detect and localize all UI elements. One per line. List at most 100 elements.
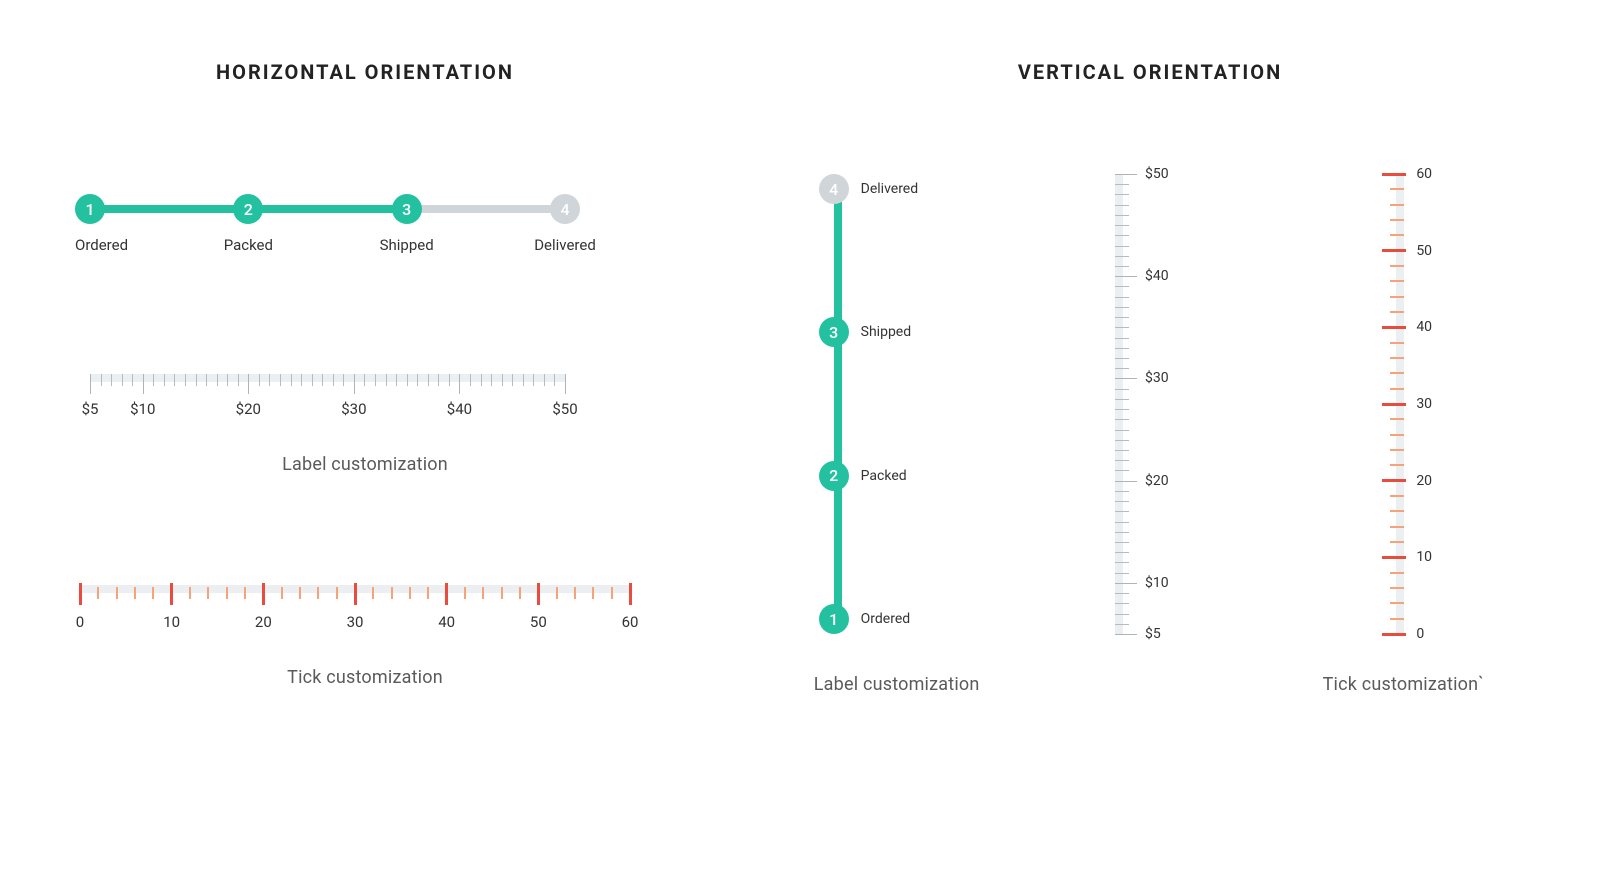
minor-tick [1115,358,1129,359]
step-track-segment [256,205,414,213]
minor-tick [227,374,228,386]
caption-tick-custom-h: Tick customization [60,667,670,688]
minor-tick [1390,541,1404,543]
minor-tick [554,374,555,386]
minor-tick [1115,286,1129,287]
minor-tick [502,374,503,386]
minor-tick [259,374,260,386]
minor-tick [317,587,319,599]
step-label: Packed [861,468,907,484]
minor-tick [1390,265,1404,267]
minor-tick [449,374,450,386]
minor-tick [1115,317,1129,318]
major-tick [1115,634,1137,635]
minor-tick [1390,234,1404,236]
ruler-bar [1115,174,1123,634]
minor-tick [1115,501,1129,502]
minor-tick [592,587,594,599]
minor-tick [1115,440,1129,441]
major-tick [354,374,355,394]
minor-tick [1390,587,1404,589]
minor-tick [1115,389,1129,390]
minor-tick [132,374,133,386]
caption-tick-custom-v: Tick customization` [1323,674,1484,695]
minor-tick [122,374,123,386]
minor-tick [482,587,484,599]
major-tick [354,583,357,605]
minor-tick [1115,542,1129,543]
ruler-bar [90,374,565,382]
minor-tick [1115,562,1129,563]
minor-tick [301,374,302,386]
ruler-vertical-ticks[interactable]: 6050403020100 [1368,174,1438,634]
minor-tick [556,587,558,599]
major-tick [1115,481,1137,482]
minor-tick [1390,526,1404,528]
minor-tick [1115,419,1129,420]
minor-tick [217,374,218,386]
major-tick [1115,378,1137,379]
major-tick [1115,174,1137,175]
minor-tick [409,587,411,599]
tick-label: 30 [347,613,364,631]
minor-tick [1390,418,1404,420]
minor-tick [244,587,246,599]
minor-tick [1390,311,1404,313]
minor-tick [291,374,292,386]
step-dot[interactable]: 2 [233,194,263,224]
step-label: Shipped [861,324,911,340]
tick-label: 0 [76,613,84,631]
step-dot[interactable]: 1 [819,604,849,634]
minor-tick [1390,602,1404,604]
minor-tick [312,374,313,386]
minor-tick [391,587,393,599]
minor-tick [396,374,397,386]
step-dot[interactable]: 1 [75,194,105,224]
minor-tick [523,374,524,386]
ruler-vertical-dollars[interactable]: $50$40$30$20$10$5 [1115,174,1185,634]
major-tick [537,583,540,605]
tick-label: 50 [1416,243,1432,259]
minor-tick [1115,246,1129,247]
minor-tick [1115,491,1129,492]
minor-tick [1115,624,1129,625]
minor-tick [1390,280,1404,282]
step-label: Ordered [75,236,128,254]
minor-tick [427,587,429,599]
major-tick [1115,276,1137,277]
minor-tick [1115,215,1129,216]
minor-tick [464,587,466,599]
ruler-horizontal-ticks[interactable]: 0102030405060 [80,585,630,631]
step-dot[interactable]: 4 [819,174,849,204]
stepper-horizontal[interactable]: 1Ordered2Packed3Shipped4Delivered [90,194,565,274]
minor-tick [238,374,239,386]
minor-tick [1115,603,1129,604]
minor-tick [519,587,521,599]
minor-tick [1115,552,1129,553]
step-dot[interactable]: 4 [550,194,580,224]
step-dot[interactable]: 2 [819,461,849,491]
minor-tick [1390,572,1404,574]
minor-tick [1390,464,1404,466]
major-tick [248,374,249,394]
stepper-vertical[interactable]: 4Delivered3Shipped2Packed1Ordered [817,174,977,634]
ruler-label: $10 [130,400,155,418]
major-tick [565,374,566,394]
minor-tick [299,587,301,599]
major-tick [1382,633,1406,636]
ruler-horizontal-dollars[interactable]: $5$10$20$30$40$50 [90,374,565,414]
minor-tick [470,374,471,386]
tick-label: 20 [255,613,272,631]
minor-tick [206,374,207,386]
ruler-label: $50 [552,400,577,418]
step-dot[interactable]: 3 [819,317,849,347]
minor-tick [1390,188,1404,190]
minor-tick [1115,235,1129,236]
minor-tick [1115,348,1129,349]
minor-tick [375,374,376,386]
major-tick [1382,326,1406,329]
minor-tick [1115,307,1129,308]
minor-tick [1115,460,1129,461]
step-dot[interactable]: 3 [392,194,422,224]
major-tick [459,374,460,394]
